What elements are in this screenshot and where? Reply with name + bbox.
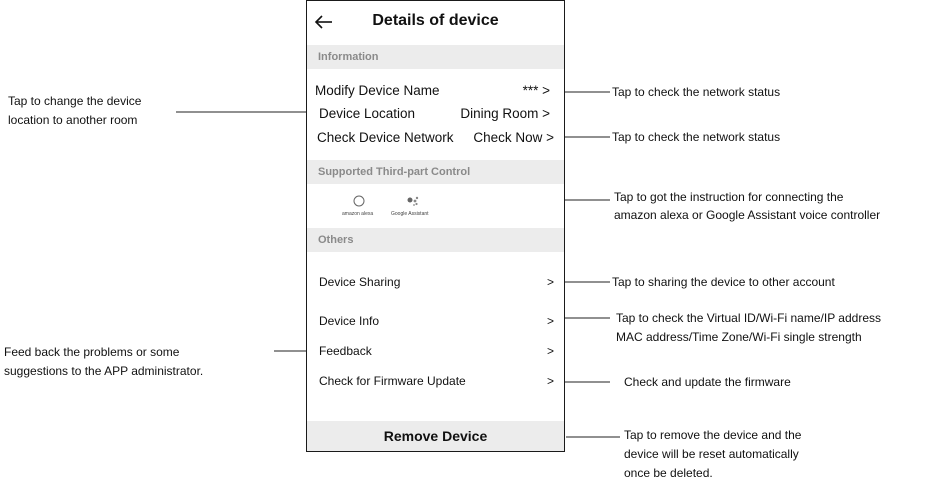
google-assistant-label: Google Assistant <box>391 211 429 217</box>
row-label: Feedback <box>319 344 372 358</box>
chevron-right-icon: > <box>546 374 554 388</box>
amazon-alexa-option[interactable]: amazon alexa <box>339 189 379 221</box>
annotation-remove-line3: once be deleted. <box>624 466 713 480</box>
chevron-right-icon: > <box>546 344 554 358</box>
remove-device-button[interactable]: Remove Device <box>307 421 564 451</box>
section-third-party: Supported Third-part Control <box>307 160 564 184</box>
annotation-location-line2: location to another room <box>8 113 138 127</box>
row-label: Modify Device Name <box>315 83 440 98</box>
row-label: Device Location <box>319 106 416 121</box>
annotation-feedback-line1: Feed back the problems or some <box>4 345 180 359</box>
annotation-feedback-line2: suggestions to the APP administrator. <box>4 364 204 378</box>
phone-screen: Details of device Information Modify Dev… <box>306 0 565 452</box>
page-title: Details of device <box>372 12 499 29</box>
row-value: *** > <box>522 83 550 98</box>
annotation-location-line1: Tap to change the device <box>8 94 142 108</box>
chevron-right-icon: > <box>546 314 554 328</box>
google-assistant-icon <box>407 196 419 206</box>
google-assistant-option[interactable]: Google Assistant <box>391 189 437 221</box>
annotation-sharing: Tap to sharing the device to other accou… <box>612 275 835 289</box>
annotation-device-info-line1: Tap to check the Virtual ID/Wi-Fi name/I… <box>616 311 882 325</box>
row-value: Check Now > <box>473 130 554 145</box>
annotation-remove-line1: Tap to remove the device and the <box>624 428 802 442</box>
app-header: Details of device <box>307 1 564 45</box>
row-label: Check Device Network <box>317 130 454 145</box>
row-label: Check for Firmware Update <box>319 374 466 388</box>
section-information: Information <box>307 45 564 69</box>
chevron-right-icon: > <box>546 275 554 289</box>
alexa-label: amazon alexa <box>342 211 374 217</box>
annotation-third-party-line2: amazon alexa or Google Assistant voice c… <box>614 208 881 222</box>
alexa-icon <box>353 195 365 207</box>
annotation-third-party-line1: Tap to got the instruction for connectin… <box>614 190 844 204</box>
section-others: Others <box>307 228 564 252</box>
annotation-remove-line2: device will be reset automatically <box>624 447 799 461</box>
row-value: Dining Room > <box>460 106 550 121</box>
row-label: Device Sharing <box>319 275 401 289</box>
annotation-check-network: Tap to check the network status <box>612 130 781 144</box>
row-label: Device Info <box>319 314 380 328</box>
annotation-firmware: Check and update the firmware <box>624 375 791 389</box>
annotation-modify-name: Tap to check the network status <box>612 85 781 99</box>
annotation-device-info-line2: MAC address/Time Zone/Wi-Fi single stren… <box>616 330 862 344</box>
